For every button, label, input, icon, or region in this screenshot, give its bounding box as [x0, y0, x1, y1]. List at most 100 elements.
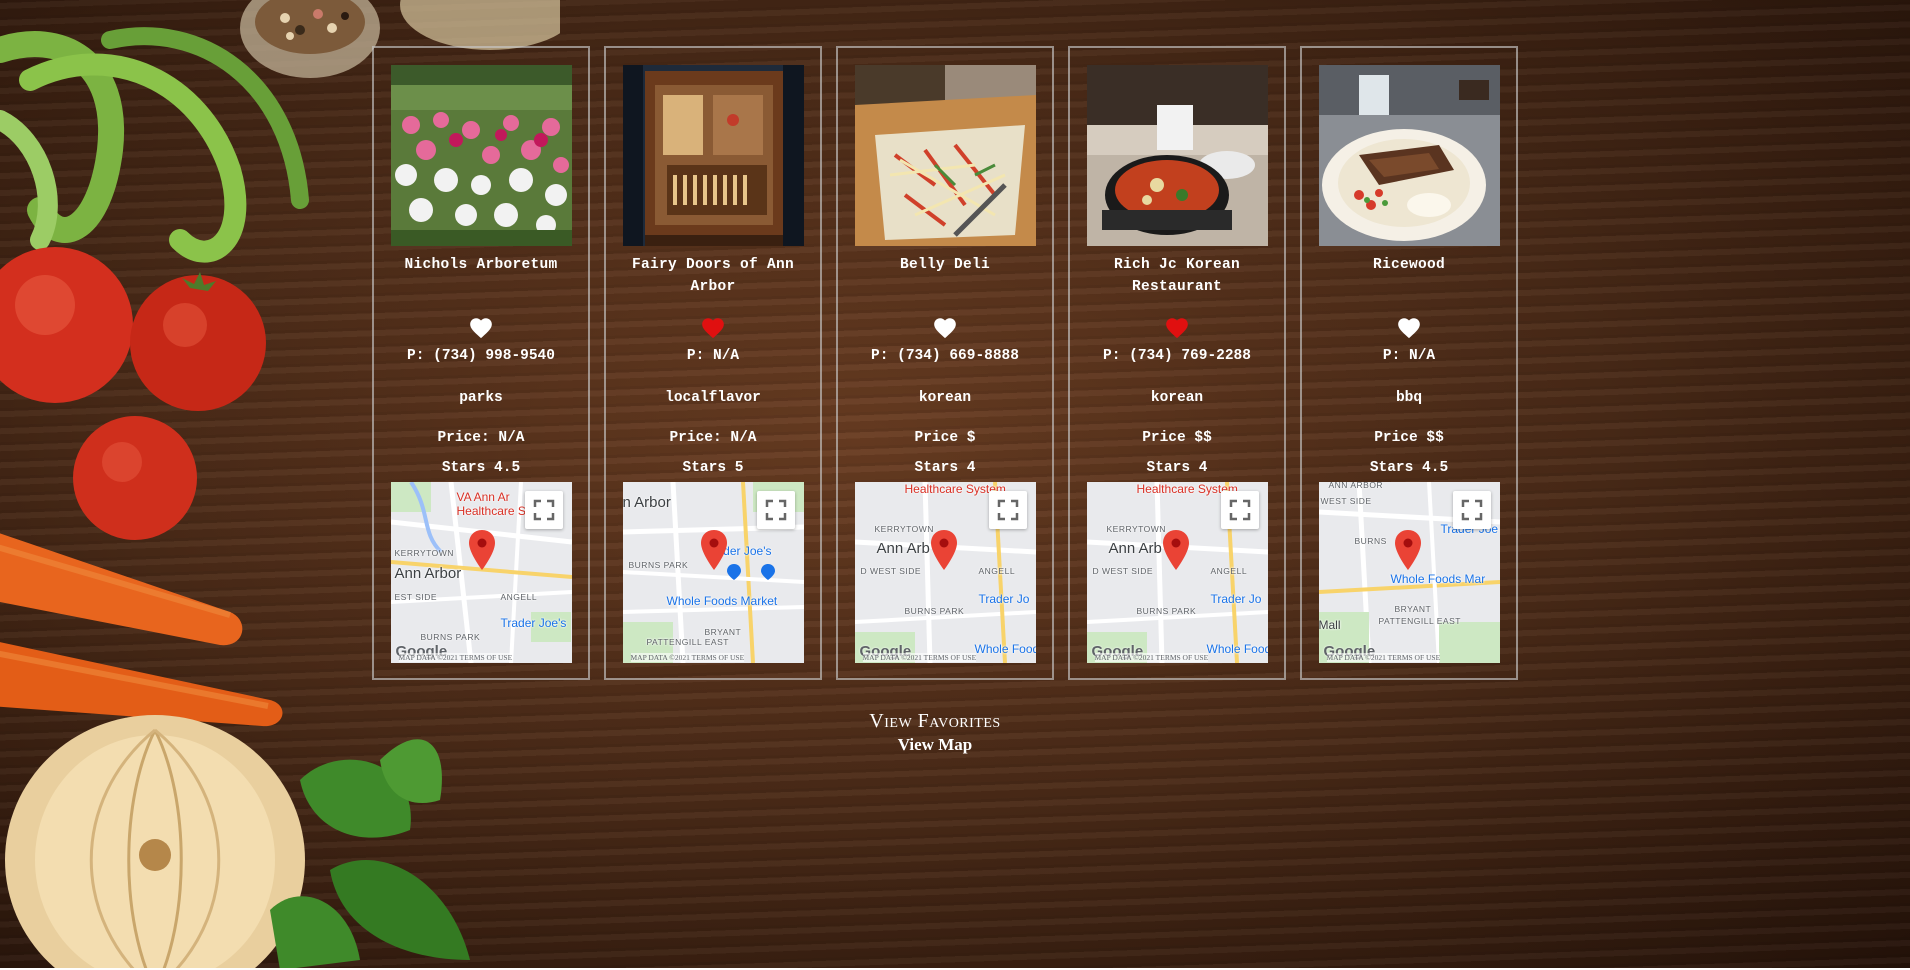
- salad-box-image: [854, 65, 1036, 246]
- map-label: BURNS PARK: [904, 606, 965, 616]
- place-name: Ricewood: [1372, 257, 1445, 273]
- place-photo[interactable]: [1086, 65, 1268, 246]
- place-card: Belly Deli P: (734) 669-8888 korean Pric…: [836, 46, 1054, 680]
- place-category: korean: [918, 390, 972, 406]
- place-price: Price $$: [1142, 430, 1212, 446]
- map-label: WEST SIDE: [1320, 496, 1372, 506]
- shopping-cart-icon: [760, 564, 775, 580]
- map-label: KERRYTOWN: [1106, 524, 1166, 534]
- place-category: bbq: [1395, 390, 1423, 406]
- flower-garden-image: [390, 65, 572, 246]
- fullscreen-icon: [997, 499, 1018, 521]
- map-label: BURNS PARK: [628, 560, 689, 570]
- place-stars: Stars 4: [1146, 460, 1208, 476]
- fullscreen-button[interactable]: [756, 491, 795, 529]
- map-pin-icon[interactable]: [468, 530, 495, 570]
- heart-icon[interactable]: [468, 315, 494, 341]
- map-label: Whole Foods Market: [666, 594, 778, 608]
- place-photo[interactable]: [622, 65, 804, 246]
- view-map-link[interactable]: View Map: [0, 734, 1910, 756]
- map-label: ANGELL: [1210, 566, 1248, 576]
- view-favorites-link[interactable]: View Favorites: [0, 708, 1910, 734]
- fullscreen-icon: [1229, 499, 1250, 521]
- map-label: Trader Joe's: [500, 616, 567, 630]
- place-map[interactable]: VA Ann Ar Healthcare Syst KERRYTOWN Ann …: [390, 482, 572, 663]
- map-data-notice[interactable]: MAP DATA ©2021 TERMS OF USE: [862, 653, 977, 662]
- map-label: PATTENGILL EAST: [1378, 616, 1461, 626]
- place-map[interactable]: n Arbor BURNS PARK rader Joe's Whole Foo…: [622, 482, 804, 663]
- place-price: Price: N/A: [437, 430, 525, 446]
- map-pin-icon[interactable]: [700, 530, 727, 570]
- place-card: Ricewood P: N/A bbq Price $$ Stars 4.5 A…: [1300, 46, 1518, 680]
- map-data-notice[interactable]: MAP DATA ©2021 TERMS OF USE: [1326, 653, 1441, 662]
- map-label: Whole Foods M: [1206, 642, 1268, 656]
- map-label: KERRYTOWN: [874, 524, 934, 534]
- fullscreen-button[interactable]: [524, 491, 563, 529]
- map-label: BURNS PARK: [420, 632, 481, 642]
- place-name: Rich Jc Korean Restaurant: [1113, 257, 1241, 295]
- place-price: Price $$: [1374, 430, 1444, 446]
- place-name: Fairy Doors of Ann Arbor: [631, 257, 795, 295]
- place-phone: P: (734) 669-8888: [871, 348, 1019, 364]
- map-label: EST SIDE: [394, 592, 438, 602]
- heart-icon-favorited[interactable]: [1164, 315, 1190, 341]
- map-data-notice[interactable]: MAP DATA ©2021 TERMS OF USE: [1094, 653, 1209, 662]
- footer-links: View Favorites View Map: [0, 708, 1910, 756]
- place-photo[interactable]: [390, 65, 572, 246]
- map-label: Trader Jo: [978, 592, 1030, 606]
- place-photo[interactable]: [854, 65, 1036, 246]
- map-label: VA Ann Ar: [456, 490, 510, 504]
- map-label: n Arbor: [622, 494, 671, 511]
- map-label: PATTENGILL EAST: [646, 637, 729, 647]
- place-phone: P: N/A: [686, 348, 740, 364]
- place-photo[interactable]: [1318, 65, 1500, 246]
- map-label: BRYANT: [704, 627, 742, 637]
- place-price: Price: N/A: [669, 430, 757, 446]
- place-price: Price $: [914, 430, 976, 446]
- map-label: D WEST SIDE: [860, 566, 922, 576]
- map-pin-icon[interactable]: [930, 530, 957, 570]
- place-map[interactable]: Healthcare System KERRYTOWN Ann Arb ANGE…: [854, 482, 1036, 663]
- map-label: Ann Arb: [876, 540, 930, 557]
- map-label: ANN ARBOR: [1328, 482, 1384, 490]
- fullscreen-icon: [1461, 499, 1482, 521]
- map-data-notice[interactable]: MAP DATA ©2021 TERMS OF USE: [398, 653, 513, 662]
- place-phone: P: N/A: [1382, 348, 1436, 364]
- place-card: Rich Jc Korean Restaurant P: (734) 769-2…: [1068, 46, 1286, 680]
- place-card: Fairy Doors of Ann Arbor P: N/A localfla…: [604, 46, 822, 680]
- fullscreen-button[interactable]: [1452, 491, 1491, 529]
- heart-icon-favorited[interactable]: [700, 315, 726, 341]
- fairy-door-image: [622, 65, 804, 246]
- map-pin-icon[interactable]: [1162, 530, 1189, 570]
- map-label: ANGELL: [500, 592, 538, 602]
- map-label: Whole Foods M: [974, 642, 1036, 656]
- fullscreen-icon: [765, 499, 786, 521]
- map-pin-icon[interactable]: [1394, 530, 1421, 570]
- map-label: ANGELL: [978, 566, 1016, 576]
- place-category: localflavor: [665, 390, 761, 406]
- map-label: BRYANT: [1394, 604, 1432, 614]
- place-map[interactable]: Healthcare System KERRYTOWN Ann Arb ANGE…: [1086, 482, 1268, 663]
- map-label: BURNS: [1354, 536, 1387, 546]
- results-list: Nichols Arboretum P: (734) 998-9540 park…: [372, 46, 1518, 680]
- place-category: korean: [1150, 390, 1204, 406]
- place-stars: Stars 4.5: [1369, 460, 1449, 476]
- map-label: Whole Foods Mar: [1390, 572, 1486, 586]
- place-phone: P: (734) 769-2288: [1103, 348, 1251, 364]
- place-card: Nichols Arboretum P: (734) 998-9540 park…: [372, 46, 590, 680]
- heart-icon[interactable]: [932, 315, 958, 341]
- korean-stew-image: [1086, 65, 1268, 246]
- map-label: D WEST SIDE: [1092, 566, 1154, 576]
- place-stars: Stars 4: [914, 460, 976, 476]
- fullscreen-button[interactable]: [988, 491, 1027, 529]
- heart-icon[interactable]: [1396, 315, 1422, 341]
- shopping-cart-icon: [726, 564, 741, 580]
- map-label: Ann Arbor: [394, 565, 462, 582]
- place-map[interactable]: ANN ARBOR WEST SIDE BURNS Trader Joe Who…: [1318, 482, 1500, 663]
- map-data-notice[interactable]: MAP DATA ©2021 TERMS OF USE: [630, 653, 745, 662]
- map-label: Ann Arb: [1108, 540, 1162, 557]
- fullscreen-button[interactable]: [1220, 491, 1259, 529]
- place-name: Nichols Arboretum: [404, 257, 558, 273]
- place-stars: Stars 5: [682, 460, 744, 476]
- fullscreen-icon: [533, 499, 554, 521]
